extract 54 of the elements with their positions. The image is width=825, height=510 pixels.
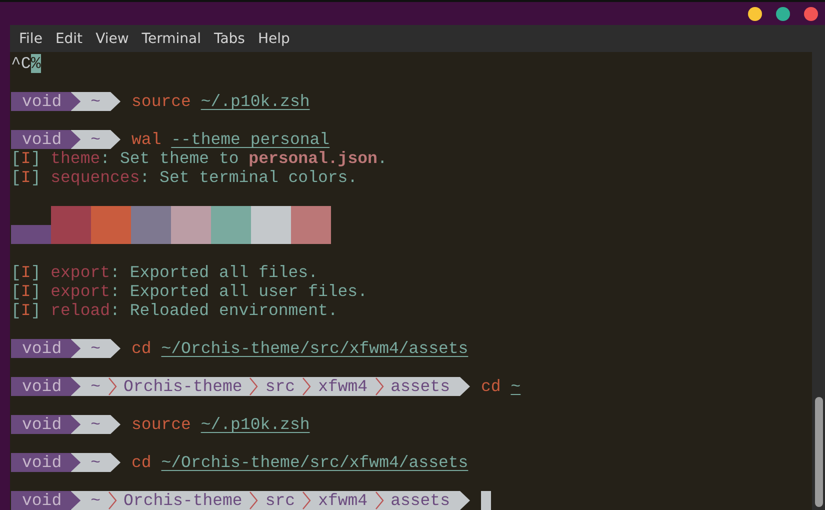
- path-label: src: [265, 377, 296, 396]
- scrollbar-thumb[interactable]: [815, 397, 823, 507]
- chevron-icon: [302, 377, 312, 396]
- maximize-button[interactable]: [776, 6, 790, 20]
- log-line: [I] export: Exported all user files.: [11, 282, 368, 301]
- command-text: source ~/.p10k.zsh: [132, 415, 310, 434]
- path-label: xfwm4: [318, 377, 368, 396]
- path-label: ~: [90, 377, 101, 396]
- path-label: ~: [90, 453, 101, 472]
- prompt-user-segment: void: [11, 491, 81, 510]
- prompt-user-segment: void: [11, 339, 81, 358]
- prompt-marker: %: [30, 54, 41, 73]
- path-label: ~: [90, 130, 101, 149]
- log-line: [I] sequences: Set terminal colors.: [11, 168, 358, 187]
- chevron-icon: [249, 377, 258, 396]
- path-label: ~: [90, 415, 101, 434]
- prompt-user-segment: void: [11, 415, 81, 434]
- path-label: src: [265, 491, 296, 510]
- command-text: cd ~/Orchis-theme/src/xfwm4/assets: [132, 339, 468, 358]
- chevron-icon: [108, 377, 117, 396]
- command-text: wal --theme personal: [132, 130, 330, 149]
- chevron-icon: [249, 491, 258, 510]
- log-line: [I] theme: Set theme to personal.json.: [11, 149, 388, 168]
- chevron-icon: [302, 491, 312, 510]
- path-label: Orchis-theme: [124, 377, 242, 396]
- menu-item[interactable]: File: [14, 30, 50, 46]
- command-text: source ~/.p10k.zsh: [132, 92, 310, 111]
- close-button[interactable]: [804, 6, 818, 20]
- chevron-icon: [374, 491, 384, 510]
- path-label: assets: [390, 377, 450, 396]
- command-text: cd ~: [481, 377, 521, 396]
- prompt-user-segment: void: [11, 130, 81, 149]
- scrollbar[interactable]: [812, 52, 825, 510]
- terminal-text: ^C: [11, 54, 31, 73]
- menu-item[interactable]: Edit: [50, 30, 91, 46]
- path-label: assets: [390, 491, 450, 510]
- path-label: ~: [90, 491, 101, 510]
- prompt-user-segment: void: [11, 453, 81, 472]
- path-label: ~: [90, 92, 101, 111]
- menu-item[interactable]: Tabs: [208, 30, 253, 46]
- log-line: [I] reload: Reloaded environment.: [11, 301, 338, 320]
- path-label: ~: [90, 339, 101, 358]
- menu-item[interactable]: Help: [252, 30, 298, 46]
- chevron-icon: [374, 377, 384, 396]
- log-line: [I] export: Exported all files.: [11, 263, 318, 282]
- path-label: Orchis-theme: [124, 491, 242, 510]
- menu-item[interactable]: View: [90, 30, 137, 46]
- menu-item[interactable]: Terminal: [136, 30, 209, 46]
- minimize-button[interactable]: [748, 6, 762, 20]
- command-text: cd ~/Orchis-theme/src/xfwm4/assets: [132, 453, 468, 472]
- prompt-user-segment: void: [11, 92, 81, 111]
- chevron-icon: [108, 491, 117, 510]
- path-label: xfwm4: [318, 491, 368, 510]
- prompt-user-segment: void: [11, 377, 81, 396]
